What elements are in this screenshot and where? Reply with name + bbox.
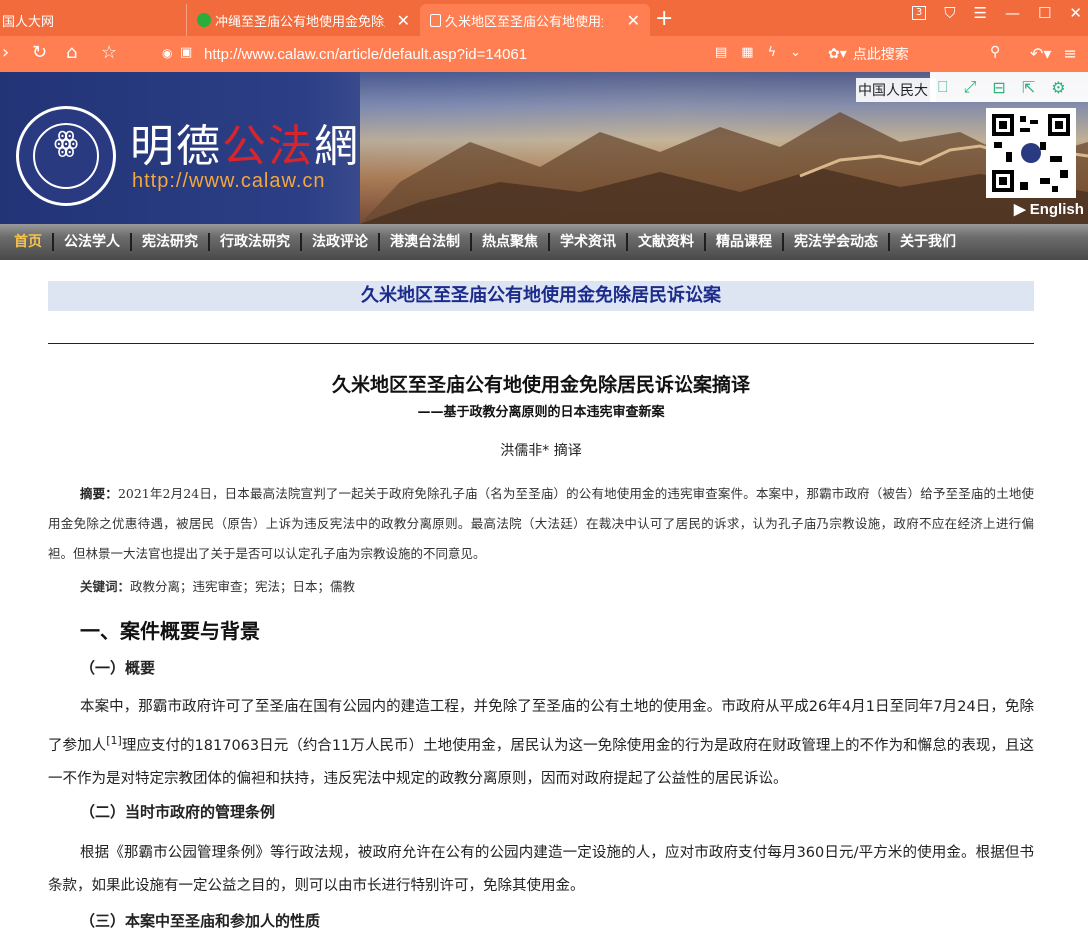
- nav-item-hk-macau-tw[interactable]: 港澳台法制: [380, 233, 472, 251]
- security-icon[interactable]: ◉: [162, 46, 172, 60]
- baidu-paw-icon: ✿▾: [828, 46, 847, 62]
- site-banner: ꙮ 明德公法網 http://www.calaw.cn 中国人民大 ▶ Engl…: [0, 72, 1088, 224]
- expand-icon[interactable]: ⤢: [964, 77, 977, 97]
- abstract: 摘要：2021年2月24日，日本最高法院宣判了一起关于政府免除孔子庙（名为至圣庙…: [48, 479, 1034, 569]
- gear-icon[interactable]: ⚙: [1051, 78, 1065, 97]
- site-url: http://www.calaw.cn: [132, 170, 326, 192]
- address-tools: ▤ ▦ ϟ ⌄: [715, 45, 801, 60]
- menu-icon[interactable]: ☰: [974, 4, 987, 22]
- divider: [48, 343, 1034, 344]
- nav-item-commentary[interactable]: 法政评论: [302, 233, 380, 251]
- star-icon[interactable]: ☆: [101, 42, 117, 63]
- close-window-icon[interactable]: ✕: [1069, 4, 1082, 22]
- keywords-label: 关键词：: [80, 579, 131, 594]
- image-block-icon[interactable]: ▣: [180, 45, 192, 60]
- site-logo-text[interactable]: 明德公法網: [130, 110, 360, 174]
- share-icon[interactable]: ⇱: [1022, 78, 1035, 97]
- page-tools-bar: ⎕ ⤢ ⊟ ⇱ ⚙: [930, 72, 1088, 102]
- paragraph-text: 理应支付的1817063日元（约合11万人民币）土地使用金，居民认为这一免除使用…: [48, 737, 1034, 787]
- subsection-heading: （一）概要: [80, 659, 156, 677]
- minimize-icon[interactable]: —: [1005, 4, 1020, 22]
- close-icon[interactable]: ✕: [397, 11, 410, 30]
- abstract-label: 摘要：: [80, 486, 118, 501]
- browser-tab-active[interactable]: 久米地区至圣庙公有地使用金免除 ✕: [420, 4, 650, 36]
- tab-title: 国人大网: [2, 14, 55, 30]
- save-icon[interactable]: ⊟: [992, 78, 1005, 97]
- shirt-icon[interactable]: ⛉: [944, 4, 955, 22]
- new-tab-button[interactable]: +: [655, 6, 673, 31]
- wechat-icon: [197, 13, 211, 27]
- section-heading: 一、案件概要与背景: [80, 619, 260, 643]
- english-link[interactable]: ▶ English: [1014, 200, 1084, 218]
- nav-item-society-news[interactable]: 宪法学会动态: [784, 233, 890, 251]
- browser-tab-bar: 国人大网 冲绳至圣庙公有地使用金免除居民 ✕ 久米地区至圣庙公有地使用金免除 ✕…: [0, 0, 1088, 36]
- tab-count-badge[interactable]: 3: [911, 6, 927, 20]
- tab-title: 久米地区至圣庙公有地使用金免除: [445, 14, 603, 30]
- nav-item-academic-news[interactable]: 学术资讯: [550, 233, 628, 251]
- university-label: 中国人民大: [856, 78, 936, 102]
- menu-icon[interactable]: ≡: [1063, 44, 1076, 63]
- document-icon: [430, 13, 441, 27]
- nav-item-about[interactable]: 关于我们: [890, 233, 966, 251]
- article-author: 洪儒非* 摘译: [500, 443, 582, 459]
- browser-tab[interactable]: 冲绳至圣庙公有地使用金免除居民 ✕: [186, 4, 420, 36]
- nav-item-literature[interactable]: 文献资料: [628, 233, 706, 251]
- address-bar[interactable]: ◉ ▣ http://www.calaw.cn/article/default.…: [160, 40, 810, 68]
- keywords-text: 政教分离；违宪审查；宪法；日本；儒教: [130, 579, 356, 594]
- qr-code: [986, 108, 1076, 198]
- close-icon[interactable]: ✕: [627, 11, 640, 30]
- browser-tab[interactable]: 国人大网: [0, 4, 180, 36]
- browser-toolbar: › ↻ ⌂ ☆ ◉ ▣ http://www.calaw.cn/article/…: [0, 36, 1088, 72]
- url-text[interactable]: http://www.calaw.cn/article/default.asp?…: [204, 46, 527, 63]
- university-seal-logo: ꙮ: [16, 106, 116, 206]
- bookmark-icon[interactable]: ⎕: [938, 77, 948, 97]
- search-icon[interactable]: ⚲: [990, 44, 1000, 60]
- search-input[interactable]: 点此搜索: [853, 44, 909, 64]
- logo-part: 明德: [130, 121, 222, 172]
- subsection-heading: （二）当时市政府的管理条例: [80, 803, 276, 821]
- window-controls: 3 ⛉ ☰ — ☐ ✕: [911, 4, 1082, 22]
- site-nav: 首页 公法学人 宪法研究 行政法研究 法政评论 港澳台法制 热点聚焦 学术资讯 …: [0, 224, 1088, 260]
- refresh-icon[interactable]: ↻: [32, 42, 47, 63]
- article-band-title: 久米地区至圣庙公有地使用金免除居民诉讼案: [48, 281, 1034, 311]
- paragraph: 根据《那霸市公园管理条例》等行政法规，被政府允许在公有的公园内建造一定设施的人，…: [48, 845, 1034, 894]
- paragraph: 本案中，那霸市政府许可了至圣庙在国有公园内的建造工程，并免除了至圣庙的公有土地的…: [48, 691, 1034, 796]
- article-title: 久米地区至圣庙公有地使用金免除居民诉讼案摘译: [331, 374, 750, 396]
- toolbar-right: ↶▾ ≡: [1030, 44, 1077, 63]
- nav-item-courses[interactable]: 精品课程: [706, 233, 784, 251]
- subsection-heading: （三）本案中至圣庙和参加人的性质: [80, 912, 321, 930]
- reader-icon[interactable]: ▤: [715, 45, 727, 60]
- grid-icon[interactable]: ▦: [741, 45, 753, 60]
- maximize-icon[interactable]: ☐: [1038, 4, 1051, 22]
- undo-icon[interactable]: ↶▾: [1030, 44, 1051, 63]
- footnote-link[interactable]: [1]: [106, 734, 122, 747]
- nav-item-admin-law[interactable]: 行政法研究: [210, 233, 302, 251]
- article-subtitle: ——基于政教分离原则的日本违宪审查新案: [417, 405, 665, 420]
- home-icon[interactable]: ⌂: [66, 42, 77, 63]
- chevron-down-icon[interactable]: ⌄: [790, 45, 801, 60]
- abstract-text: 2021年2月24日，日本最高法院宣判了一起关于政府免除孔子庙（名为至圣庙）的公…: [48, 486, 1034, 561]
- nav-item-constitution[interactable]: 宪法研究: [132, 233, 210, 251]
- search-box[interactable]: ✿▾ 点此搜索: [822, 40, 1012, 68]
- tab-title: 冲绳至圣庙公有地使用金免除居民: [215, 14, 385, 30]
- keywords: 关键词：政教分离；违宪审查；宪法；日本；儒教: [80, 576, 355, 595]
- logo-part: 公法: [222, 121, 314, 172]
- forward-icon[interactable]: ›: [2, 42, 9, 63]
- nav-item-home[interactable]: 首页: [4, 233, 54, 251]
- nav-item-scholars[interactable]: 公法学人: [54, 233, 132, 251]
- logo-part: 網: [314, 121, 360, 172]
- nav-item-hot-topics[interactable]: 热点聚焦: [472, 233, 550, 251]
- lightning-icon[interactable]: ϟ: [768, 45, 777, 60]
